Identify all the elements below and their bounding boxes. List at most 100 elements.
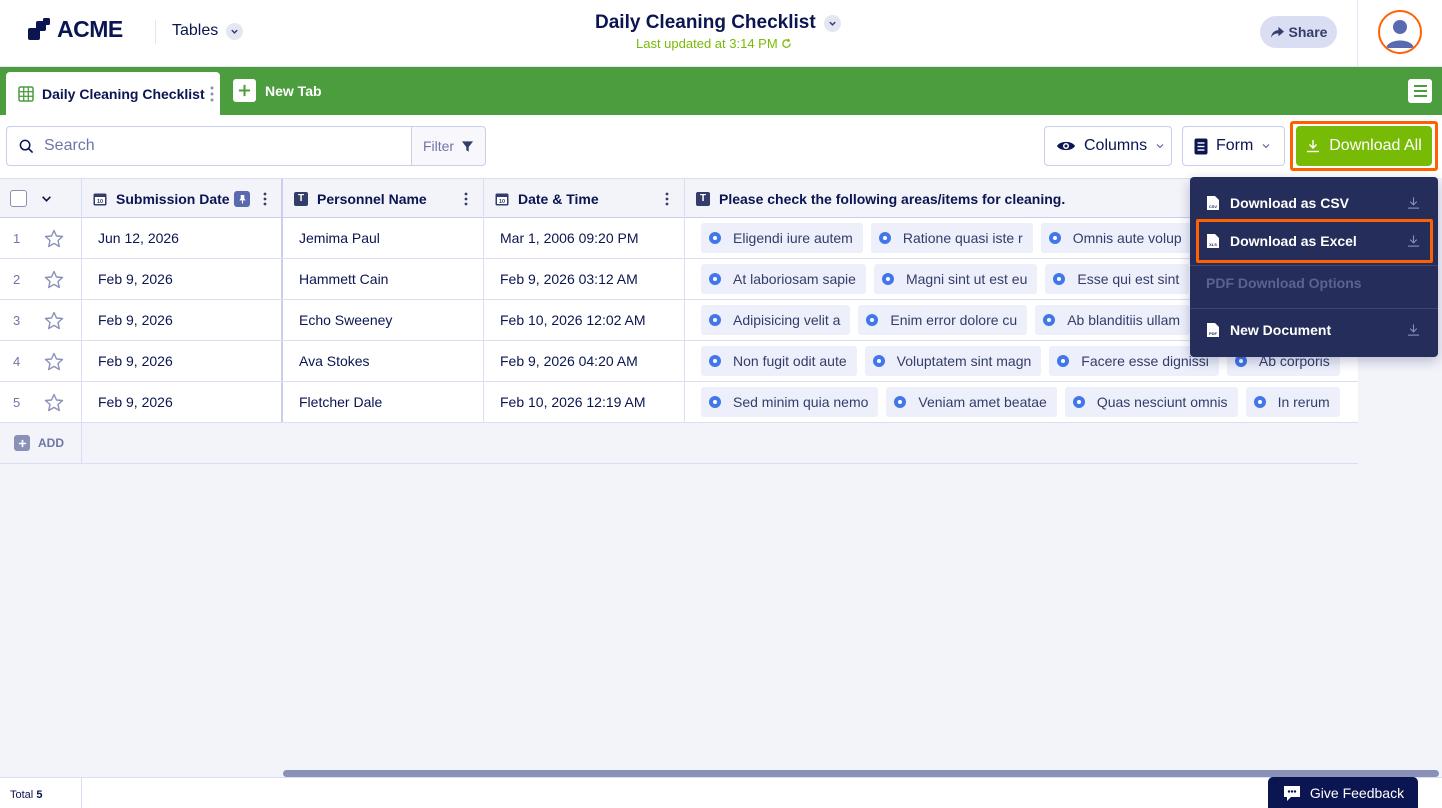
personnel-name-cell[interactable]: Hammett Cain xyxy=(283,259,484,299)
chevron-down-icon xyxy=(1261,141,1271,151)
menu-divider xyxy=(1190,308,1438,309)
kebab-menu-icon[interactable] xyxy=(263,192,267,206)
kebab-menu-icon[interactable] xyxy=(665,192,669,206)
column-header-personnel-name[interactable]: T Personnel Name xyxy=(283,179,484,218)
table-row[interactable]: 3 Feb 9, 2026 Echo Sweeney Feb 10, 2026 12:… xyxy=(0,300,1358,341)
personnel-name-cell[interactable]: Echo Sweeney xyxy=(283,300,484,340)
chevron-down-icon xyxy=(1155,141,1165,151)
chevron-down-icon[interactable] xyxy=(41,193,52,204)
checklist-tag: Veniam amet beatae xyxy=(886,387,1057,417)
document-title[interactable]: Daily Cleaning Checklist xyxy=(595,12,841,34)
tag-label: In rerum xyxy=(1277,394,1330,410)
star-icon[interactable] xyxy=(44,352,64,371)
download-all-label: Download All xyxy=(1329,137,1422,154)
radio-dot-icon xyxy=(1053,273,1066,285)
personnel-name-cell[interactable]: Fletcher Dale xyxy=(283,382,484,422)
checklist-tag: Ab blanditiis ullam xyxy=(1035,305,1191,335)
checklist-tag: Eligendi iure autem xyxy=(701,223,863,253)
calendar-icon: 10 xyxy=(93,192,107,206)
star-icon[interactable] xyxy=(44,270,64,289)
date-time-cell[interactable]: Feb 10, 2026 12:19 AM xyxy=(484,382,685,422)
table-row[interactable]: 5 Feb 9, 2026 Fletcher Dale Feb 10, 2026 12… xyxy=(0,382,1358,423)
hamburger-menu-icon[interactable] xyxy=(1408,79,1432,103)
column-header-submission-date[interactable]: 10 Submission Date xyxy=(82,179,283,218)
submission-date-cell[interactable]: Jun 12, 2026 xyxy=(82,218,283,258)
star-icon[interactable] xyxy=(44,229,64,248)
radio-dot-icon xyxy=(1072,396,1085,408)
column-label: Please check the following areas/items f… xyxy=(719,190,1066,207)
total-count: Total 5 xyxy=(10,789,42,801)
acme-logo[interactable]: ACME xyxy=(28,16,123,43)
logo-text: ACME xyxy=(57,16,123,42)
date-time-cell[interactable]: Feb 9, 2026 03:12 AM xyxy=(484,259,685,299)
column-label: Personnel Name xyxy=(317,190,427,207)
share-button[interactable]: Share xyxy=(1260,16,1337,48)
row-number: 5 xyxy=(13,394,21,410)
user-avatar[interactable] xyxy=(1378,10,1422,54)
top-header: ACME Tables Daily Cleaning Checklist Las… xyxy=(0,0,1442,67)
chevron-down-icon xyxy=(823,14,841,32)
pin-icon[interactable] xyxy=(234,191,250,207)
radio-dot-icon xyxy=(878,232,891,244)
tag-label: Eligendi iure autem xyxy=(733,230,853,246)
eye-icon xyxy=(1056,139,1076,153)
table-row[interactable]: 4 Feb 9, 2026 Ava Stokes Feb 9, 2026 04:20 … xyxy=(0,341,1358,382)
search-input[interactable] xyxy=(44,137,384,155)
star-icon[interactable] xyxy=(44,311,64,330)
submission-date-cell[interactable]: Feb 9, 2026 xyxy=(82,341,283,381)
form-button[interactable]: Form xyxy=(1182,126,1285,166)
date-time-cell[interactable]: Mar 1, 2006 09:20 PM xyxy=(484,218,685,258)
submission-date-cell[interactable]: Feb 9, 2026 xyxy=(82,382,283,422)
personnel-name-cell[interactable]: Ava Stokes xyxy=(283,341,484,381)
radio-dot-icon xyxy=(1048,232,1061,244)
select-all-checkbox[interactable] xyxy=(10,190,27,207)
kebab-menu-icon[interactable] xyxy=(210,86,214,102)
new-document-label: New Document xyxy=(1230,322,1332,338)
personnel-name-cell[interactable]: Jemima Paul xyxy=(283,218,484,258)
filter-funnel-icon xyxy=(461,140,474,153)
tag-label: Voluptatem sint magn xyxy=(896,353,1032,369)
checklist-tag: Omnis aute volup xyxy=(1040,223,1192,253)
new-tab-button[interactable]: New Tab xyxy=(233,79,322,102)
download-all-button[interactable]: Download All xyxy=(1296,126,1432,166)
document-title-text: Daily Cleaning Checklist xyxy=(595,12,816,33)
new-document-item[interactable]: PDF New Document xyxy=(1190,311,1438,349)
checklist-tag: In rerum xyxy=(1245,387,1340,417)
row-number: 1 xyxy=(13,230,21,246)
text-type-icon: T xyxy=(696,191,710,206)
select-all-header xyxy=(0,179,82,218)
submission-date-cell[interactable]: Feb 9, 2026 xyxy=(82,259,283,299)
star-icon[interactable] xyxy=(44,393,64,412)
add-row-button[interactable]: ADD xyxy=(0,423,82,463)
give-feedback-button[interactable]: Give Feedback xyxy=(1268,777,1418,808)
download-icon xyxy=(1407,196,1420,210)
table-row[interactable]: 2 Feb 9, 2026 Hammett Cain Feb 9, 2026 03:1… xyxy=(0,259,1358,300)
table-grid-icon xyxy=(18,85,34,102)
refresh-icon xyxy=(781,38,792,49)
download-csv-item[interactable]: CSV Download as CSV xyxy=(1190,184,1438,222)
header-divider xyxy=(155,20,156,44)
filter-button[interactable]: Filter xyxy=(411,126,486,166)
kebab-menu-icon[interactable] xyxy=(464,192,468,206)
submission-date-cell[interactable]: Feb 9, 2026 xyxy=(82,300,283,340)
text-type-icon: T xyxy=(294,191,308,206)
svg-text:PDF: PDF xyxy=(1209,331,1218,336)
tag-label: Adipisicing velit a xyxy=(733,312,841,328)
app-switcher[interactable]: Tables xyxy=(172,22,244,40)
plus-icon xyxy=(233,79,256,102)
column-header-date-time[interactable]: 10 Date & Time xyxy=(484,179,685,218)
date-time-cell[interactable]: Feb 10, 2026 12:02 AM xyxy=(484,300,685,340)
horizontal-scrollbar[interactable] xyxy=(283,770,1439,777)
row-number-cell: 1 xyxy=(0,218,82,258)
tab-daily-cleaning-checklist[interactable]: Daily Cleaning Checklist xyxy=(6,72,220,115)
columns-button[interactable]: Columns xyxy=(1044,126,1172,166)
svg-text:10: 10 xyxy=(499,199,505,205)
checklist-cell[interactable]: Sed minim quia nemo Veniam amet beatae Qua… xyxy=(685,382,1358,422)
plus-icon xyxy=(14,435,30,451)
pdf-download-options-heading: PDF Download Options xyxy=(1190,264,1438,302)
checklist-tag: Voluptatem sint magn xyxy=(864,346,1042,376)
table-row[interactable]: 1 Jun 12, 2026 Jemima Paul Mar 1, 2006 09:2… xyxy=(0,218,1358,259)
date-time-cell[interactable]: Feb 9, 2026 04:20 AM xyxy=(484,341,685,381)
footer: Total 5 xyxy=(0,777,1442,808)
download-excel-highlight xyxy=(1196,219,1433,263)
